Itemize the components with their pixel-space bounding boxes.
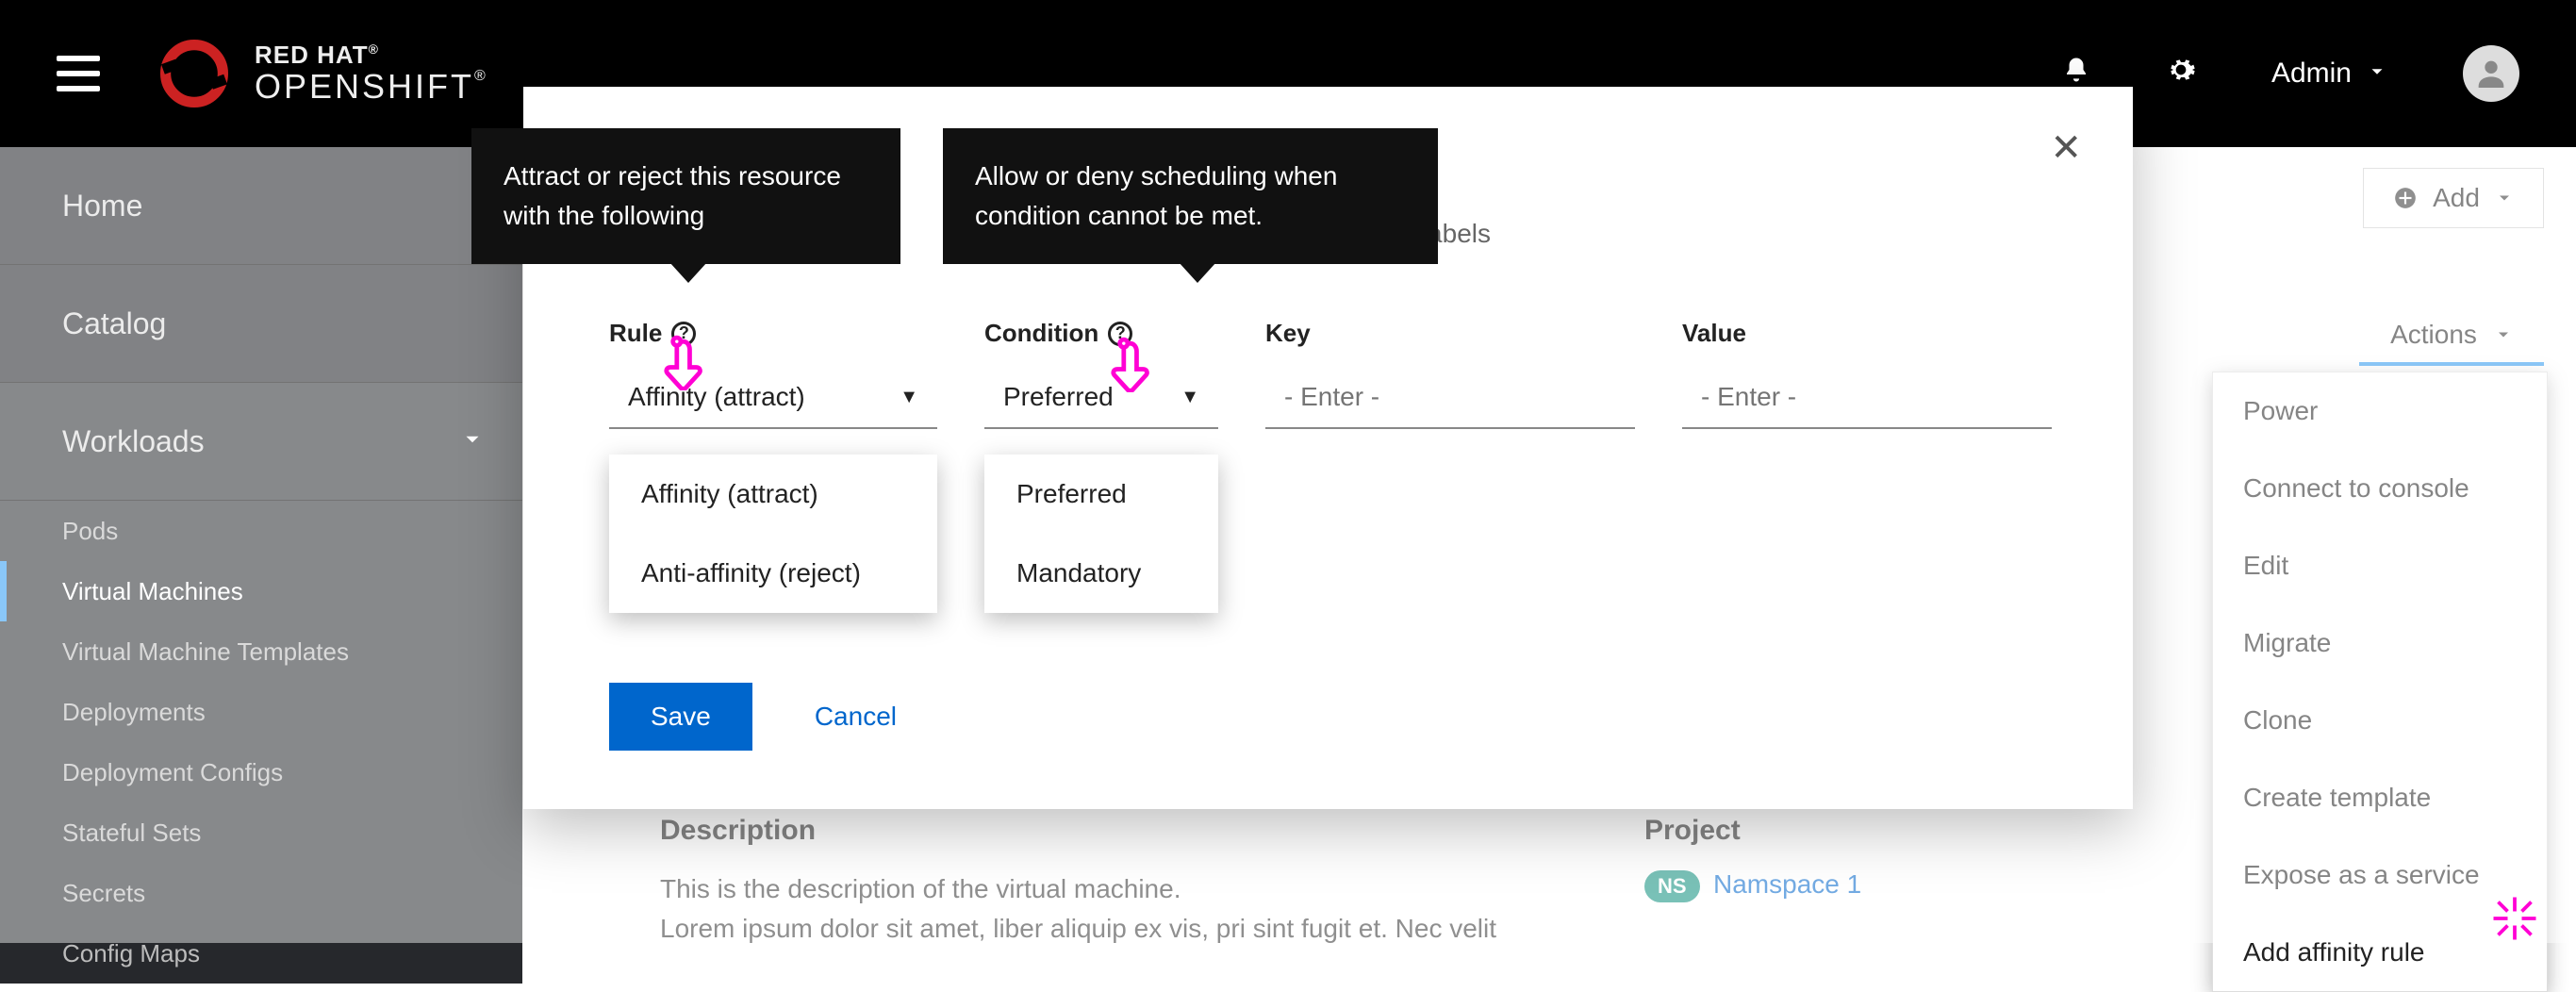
user-label: Admin (2271, 58, 2352, 90)
brand-logo[interactable]: RED HAT® OPENSHIFT® (157, 36, 488, 111)
caret-down-icon: ▼ (900, 387, 918, 408)
condition-select[interactable]: Preferred ▼ (984, 367, 1218, 429)
project-section: Project NS Namspace 1 (1644, 815, 1861, 902)
actions-menu-clone[interactable]: Clone (2213, 682, 2547, 759)
close-icon[interactable]: ✕ (2050, 126, 2082, 170)
cancel-button[interactable]: Cancel (815, 702, 897, 732)
value-input[interactable] (1682, 367, 2052, 429)
condition-tooltip: Allow or deny scheduling when condition … (943, 128, 1438, 264)
sidebar-sub-pods[interactable]: Pods (0, 501, 522, 561)
chevron-down-icon (2367, 58, 2387, 90)
key-field: Key (1265, 319, 1635, 429)
namespace-badge: NS (1644, 870, 1700, 902)
actions-menu-migrate[interactable]: Migrate (2213, 604, 2547, 682)
brand-text: RED HAT® OPENSHIFT® (255, 42, 488, 104)
condition-option-preferred[interactable]: Preferred (984, 455, 1218, 534)
sidebar-sub-vm-templates[interactable]: Virtual Machine Templates (0, 621, 522, 682)
actions-button[interactable]: Actions (2359, 307, 2544, 366)
annotation-cursor-icon (1105, 336, 1158, 397)
actions-menu-power[interactable]: Power (2213, 372, 2547, 450)
rule-dropdown-panel: Affinity (attract) Anti-affinity (reject… (609, 455, 937, 613)
condition-label: Condition ? (984, 319, 1218, 348)
project-heading: Project (1644, 815, 1861, 847)
value-field: Value (1682, 319, 2052, 429)
sidebar-sub-deployment-configs[interactable]: Deployment Configs (0, 742, 522, 802)
sidebar-sub-stateful-sets[interactable]: Stateful Sets (0, 802, 522, 863)
caret-down-icon (2495, 189, 2514, 207)
rule-option-anti-affinity[interactable]: Anti-affinity (reject) (609, 534, 937, 613)
actions-menu-create-template[interactable]: Create template (2213, 759, 2547, 836)
value-label: Value (1682, 319, 2052, 348)
key-input[interactable] (1265, 367, 1635, 429)
add-label: Add (2433, 183, 2480, 213)
condition-field: Condition ? Preferred ▼ (984, 319, 1218, 429)
actions-label: Actions (2390, 320, 2477, 350)
rule-tooltip: Attract or reject this resource with the… (471, 128, 900, 264)
description-heading: Description (660, 815, 1496, 847)
chevron-down-icon (460, 424, 485, 459)
condition-dropdown-panel: Preferred Mandatory (984, 455, 1218, 613)
avatar[interactable] (2463, 45, 2519, 102)
description-section: Description This is the description of t… (660, 815, 1496, 949)
sidebar-item-catalog[interactable]: Catalog (0, 265, 522, 383)
sidebar-sub-deployments[interactable]: Deployments (0, 682, 522, 742)
rule-option-affinity[interactable]: Affinity (attract) (609, 455, 937, 534)
plus-circle-icon (2393, 186, 2418, 210)
add-button[interactable]: Add (2363, 168, 2544, 228)
annotation-cursor-icon (658, 334, 711, 395)
sidebar-item-workloads[interactable]: Workloads (0, 383, 522, 501)
caret-down-icon: ▼ (1181, 387, 1199, 408)
sidebar-sub-config-maps[interactable]: Config Maps (0, 923, 522, 984)
gear-icon[interactable] (2166, 55, 2196, 92)
hamburger-icon[interactable] (57, 56, 100, 91)
sidebar-sub-virtual-machines[interactable]: Virtual Machines (0, 561, 522, 621)
condition-option-mandatory[interactable]: Mandatory (984, 534, 1218, 613)
actions-menu-edit[interactable]: Edit (2213, 527, 2547, 604)
caret-down-icon (2494, 325, 2513, 344)
save-button[interactable]: Save (609, 683, 752, 751)
actions-menu-connect-console[interactable]: Connect to console (2213, 450, 2547, 527)
openshift-icon (157, 36, 232, 111)
sidebar: Home Catalog Workloads Pods Virtual Mach… (0, 147, 522, 943)
key-label: Key (1265, 319, 1635, 348)
description-text: This is the description of the virtual m… (660, 869, 1496, 949)
sidebar-sub-secrets[interactable]: Secrets (0, 863, 522, 923)
user-menu[interactable]: Admin (2271, 58, 2387, 90)
sidebar-item-home[interactable]: Home (0, 147, 522, 265)
sparkle-icon (2491, 895, 2538, 947)
namespace-link[interactable]: Namspace 1 (1713, 869, 1861, 899)
